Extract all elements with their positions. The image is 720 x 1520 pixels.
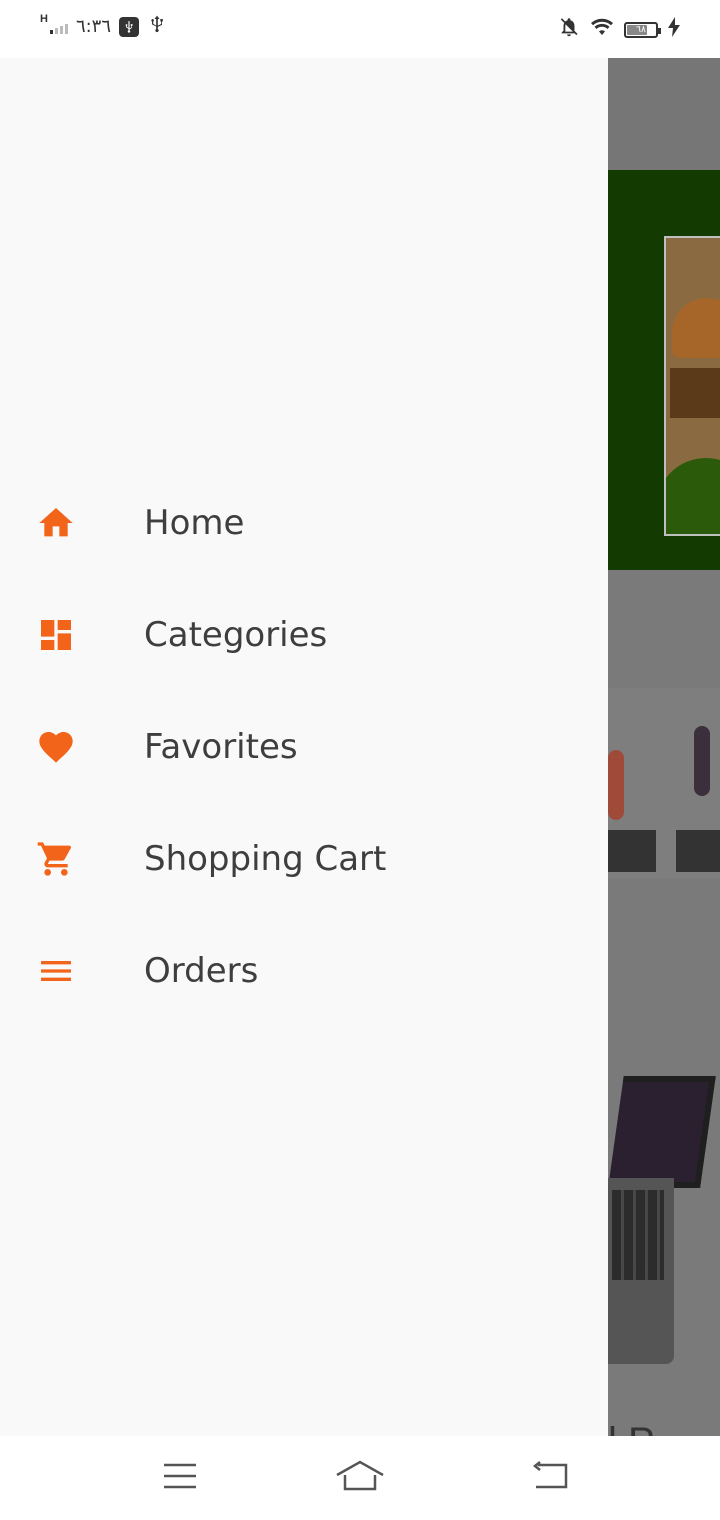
clock: ٦:٣٦ (75, 16, 112, 37)
drawer-item-favorites[interactable]: Favorites (0, 691, 608, 803)
signal-icon (49, 20, 68, 34)
back-button[interactable] (524, 1454, 572, 1502)
network-type: H (40, 12, 48, 25)
list-icon (36, 951, 76, 991)
person-illustration (694, 726, 710, 796)
drawer-item-label: Home (144, 503, 245, 543)
dashboard-icon (36, 615, 76, 655)
system-nav-bar (0, 1436, 720, 1520)
home-button[interactable] (336, 1454, 384, 1502)
usb-icon (147, 14, 167, 39)
illustration-block (676, 830, 720, 872)
drawer-item-label: Categories (144, 615, 328, 655)
drawer-item-home[interactable]: Home (0, 467, 608, 579)
wifi-icon (590, 17, 614, 42)
cart-icon (36, 839, 76, 879)
drawer-item-categories[interactable]: Categories (0, 579, 608, 691)
drawer-item-label: Shopping Cart (144, 839, 387, 879)
background-partial-text: l P (608, 1420, 655, 1436)
battery-level: ٦٨ (636, 24, 646, 35)
drawer-menu: Home Categories Favorites Shopping Cart (0, 467, 608, 1027)
status-bar-right: ٦٨ (558, 16, 680, 43)
battery-icon: ٦٨ (624, 21, 661, 38)
status-bar: H ٦:٣٦ ٦٨ (0, 0, 720, 58)
drawer-item-label: Orders (144, 951, 259, 991)
navigation-drawer: Home Categories Favorites Shopping Cart (0, 58, 608, 1436)
background-app-header (608, 58, 720, 170)
burger-image (664, 236, 720, 536)
home-icon (36, 503, 76, 543)
usb-debug-icon (119, 16, 140, 37)
background-app-scrim[interactable]: l P (608, 58, 720, 1436)
person-illustration (608, 750, 624, 820)
heart-icon (36, 727, 76, 767)
drawer-item-shopping-cart[interactable]: Shopping Cart (0, 803, 608, 915)
recents-button[interactable] (156, 1454, 204, 1502)
notifications-off-icon (558, 16, 580, 43)
home-icon (335, 1459, 385, 1498)
illustration-block (608, 830, 656, 872)
back-icon (528, 1460, 568, 1496)
charging-icon (668, 17, 680, 42)
laptop-image (608, 1076, 716, 1188)
menu-icon (162, 1461, 198, 1496)
drawer-item-label: Favorites (144, 727, 298, 767)
status-bar-left: H ٦:٣٦ (40, 12, 167, 39)
drawer-item-orders[interactable]: Orders (0, 915, 608, 1027)
laptop-keyboard-image (608, 1178, 674, 1364)
